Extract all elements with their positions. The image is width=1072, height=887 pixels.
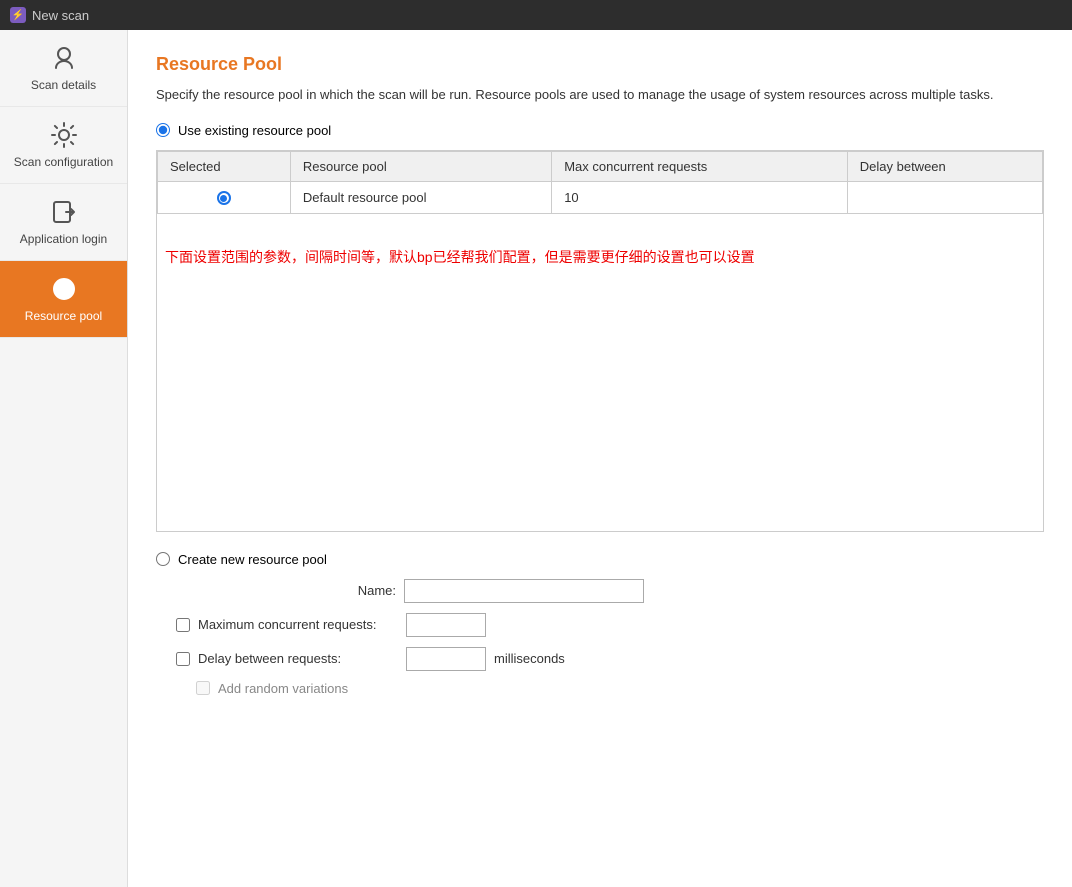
table-inner: Selected Resource pool Max concurrent re… <box>157 151 1043 531</box>
add-random-row: Add random variations <box>196 681 1044 696</box>
delay-row: Delay between requests: milliseconds <box>176 647 1044 671</box>
page-description: Specify the resource pool in which the s… <box>156 85 1044 105</box>
sidebar: Scan details Scan configuration Applicat… <box>0 30 128 887</box>
row-selected-cell[interactable] <box>158 181 291 214</box>
login-icon <box>50 198 78 226</box>
name-label: Name: <box>176 583 396 598</box>
chinese-annotation: 下面设置范围的参数，间隔时间等，默认bp已经帮我们配置，但是需要更仔细的设置也可… <box>157 230 1043 276</box>
table-row[interactable]: Default resource pool 10 <box>158 181 1043 214</box>
resource-pool-table-wrapper: Selected Resource pool Max concurrent re… <box>156 150 1044 532</box>
col-resource-pool: Resource pool <box>290 151 551 181</box>
col-delay-between: Delay between <box>847 151 1042 181</box>
milliseconds-label: milliseconds <box>494 651 565 666</box>
name-row: Name: <box>176 579 1044 603</box>
delay-label: Delay between requests: <box>198 651 398 666</box>
create-new-label: Create new resource pool <box>178 552 327 567</box>
add-random-label: Add random variations <box>218 681 348 696</box>
main-layout: Scan details Scan configuration Applicat… <box>0 30 1072 887</box>
name-input[interactable] <box>404 579 644 603</box>
col-max-concurrent: Max concurrent requests <box>552 151 848 181</box>
create-new-radio-option[interactable]: Create new resource pool <box>156 552 1044 567</box>
resource-pool-table: Selected Resource pool Max concurrent re… <box>157 151 1043 215</box>
sidebar-item-scan-config-label: Scan configuration <box>14 155 113 169</box>
max-concurrent-row: Maximum concurrent requests: <box>176 613 1044 637</box>
sidebar-item-scan-configuration[interactable]: Scan configuration <box>0 107 127 184</box>
topbar-title: New scan <box>32 8 89 23</box>
page-title: Resource Pool <box>156 54 1044 75</box>
delay-input[interactable] <box>406 647 486 671</box>
row-max-concurrent-cell: 10 <box>552 181 848 214</box>
sidebar-item-resource-pool-label: Resource pool <box>25 309 102 323</box>
row-resource-pool-cell: Default resource pool <box>290 181 551 214</box>
sidebar-item-app-login-label: Application login <box>20 232 107 246</box>
row-delay-cell <box>847 181 1042 214</box>
app-icon: ⚡ <box>10 7 26 23</box>
use-existing-radio-option[interactable]: Use existing resource pool <box>156 123 1044 138</box>
max-concurrent-input[interactable] <box>406 613 486 637</box>
col-selected: Selected <box>158 151 291 181</box>
sidebar-item-resource-pool[interactable]: Resource pool <box>0 261 127 338</box>
create-new-radio[interactable] <box>156 552 170 566</box>
topbar: ⚡ New scan <box>0 0 1072 30</box>
max-concurrent-checkbox[interactable] <box>176 618 190 632</box>
sidebar-item-scan-details[interactable]: Scan details <box>0 30 127 107</box>
create-new-section: Create new resource pool Name: Maximum c… <box>156 552 1044 696</box>
max-concurrent-label: Maximum concurrent requests: <box>198 617 398 632</box>
gear-icon <box>50 121 78 149</box>
use-existing-label: Use existing resource pool <box>178 123 331 138</box>
selected-radio-indicator <box>217 191 231 205</box>
scan-details-icon <box>50 44 78 72</box>
content-area: Resource Pool Specify the resource pool … <box>128 30 1072 887</box>
resource-pool-icon <box>50 275 78 303</box>
add-random-checkbox[interactable] <box>196 681 210 695</box>
sidebar-item-scan-details-label: Scan details <box>31 78 96 92</box>
sidebar-item-application-login[interactable]: Application login <box>0 184 127 261</box>
use-existing-radio[interactable] <box>156 123 170 137</box>
delay-checkbox[interactable] <box>176 652 190 666</box>
